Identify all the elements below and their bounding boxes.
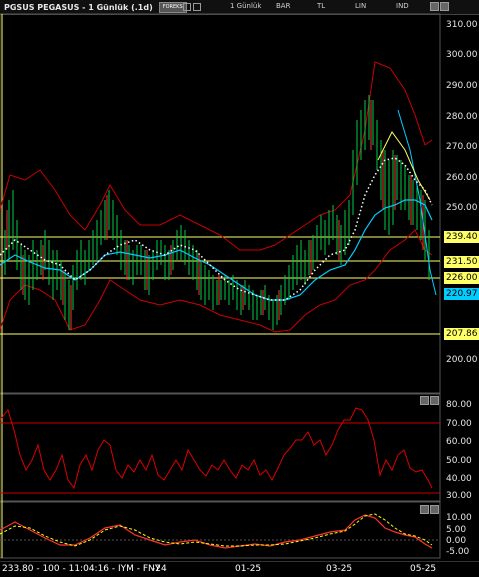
price-tick: 250.00 xyxy=(446,203,478,213)
price-label-last-high: 239.40 xyxy=(444,231,479,243)
price-axis: 310.00 300.00 290.00 280.00 270.00 260.0… xyxy=(446,20,478,365)
macd-axis: 10.00 5.00 0.00 -5.00 xyxy=(446,513,472,557)
price-tick: 260.00 xyxy=(446,173,478,183)
macd-tick: -5.00 xyxy=(446,547,470,557)
price-tick: 300.00 xyxy=(446,50,478,60)
rsi-tick: 50.00 xyxy=(446,456,472,466)
rsi-tick: 60.00 xyxy=(446,437,472,447)
signal-line xyxy=(0,513,433,547)
panel-resize-icon[interactable] xyxy=(420,505,429,514)
price-label-support: 207.86 xyxy=(444,328,479,340)
rsi-tick: 70.00 xyxy=(446,419,472,429)
rsi-tick: 30.00 xyxy=(446,491,472,501)
date-tick: -24 xyxy=(152,564,167,574)
price-label-low: 226.00 xyxy=(444,272,479,284)
price-tick: 290.00 xyxy=(446,81,478,91)
rsi-tick: 40.00 xyxy=(446,474,472,484)
status-bar: 233.80 - 100 - 11:04:16 - IYM - FNY -24 … xyxy=(0,561,479,577)
price-label-mid: 231.50 xyxy=(444,256,479,268)
macd-tick: 5.00 xyxy=(446,525,466,535)
macd-tick: 10.00 xyxy=(446,513,472,523)
panel-close-icon[interactable] xyxy=(430,396,439,405)
date-tick: 01-25 xyxy=(235,564,262,574)
price-tick: 280.00 xyxy=(446,112,478,122)
macd-panel xyxy=(0,501,441,559)
chart-area[interactable]: 310.00 300.00 290.00 280.00 270.00 260.0… xyxy=(0,0,479,561)
price-tick: 310.00 xyxy=(446,20,478,30)
panel-close-icon[interactable] xyxy=(430,505,439,514)
rsi-tick: 80.00 xyxy=(446,400,472,410)
upper-band xyxy=(0,61,433,251)
yellow-curve xyxy=(377,131,431,201)
macd-tick: 0.00 xyxy=(446,536,466,546)
rsi-panel xyxy=(0,393,441,502)
panel-resize-icon[interactable] xyxy=(420,396,429,405)
rsi-axis: 80.00 70.00 60.00 50.00 40.00 30.00 xyxy=(446,400,472,501)
price-label-average: 220.97 xyxy=(444,288,479,300)
date-tick: 03-25 xyxy=(326,564,353,574)
price-tick: 270.00 xyxy=(446,142,478,152)
rsi-line xyxy=(0,407,433,490)
date-tick: 05-25 xyxy=(410,564,437,574)
status-text: 233.80 - 100 - 11:04:16 - IYM - FNY xyxy=(2,564,161,574)
price-tick: 200.00 xyxy=(446,355,478,365)
